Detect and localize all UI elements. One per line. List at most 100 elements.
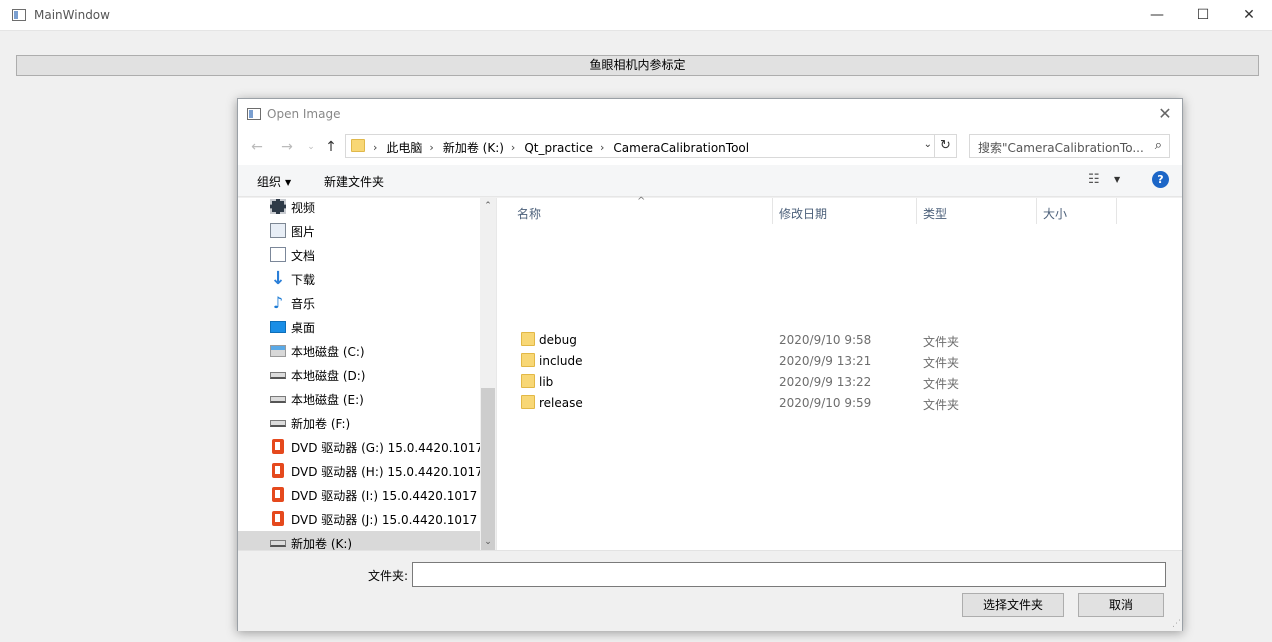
organize-menu-button[interactable]: 组织 ▼ bbox=[257, 173, 291, 190]
select-folder-button[interactable]: 选择文件夹 bbox=[962, 593, 1064, 617]
tree-item-dvd-i[interactable]: DVD 驱动器 (I:) 15.0.4420.1017 bbox=[238, 483, 480, 507]
breadcrumb-separator-icon[interactable]: › bbox=[511, 141, 515, 154]
folder-icon bbox=[521, 353, 535, 367]
table-row[interactable]: include 2020/9/9 13:21 文件夹 bbox=[497, 350, 1183, 371]
tree-item-drive-f[interactable]: 新加卷 (F:) bbox=[238, 411, 480, 435]
tree-item-drive-c[interactable]: 本地磁盘 (C:) bbox=[238, 339, 480, 363]
folder-name-input[interactable] bbox=[412, 562, 1166, 587]
image-icon bbox=[270, 223, 286, 238]
folder-icon bbox=[521, 332, 535, 346]
tree-item-label: 本地磁盘 (E:) bbox=[291, 393, 364, 407]
drive-icon bbox=[270, 420, 286, 427]
tree-item-desktop[interactable]: 桌面 bbox=[238, 315, 480, 339]
search-placeholder: 搜索"CameraCalibrationTo... bbox=[978, 141, 1144, 155]
dialog-titlebar: Open Image ✕ bbox=[238, 99, 1182, 129]
tree-item-dvd-h[interactable]: DVD 驱动器 (H:) 15.0.4420.1017 bbox=[238, 459, 480, 483]
tree-scrollbar[interactable]: ⌃ ⌄ bbox=[480, 198, 496, 604]
column-header-type[interactable]: 类型 bbox=[923, 201, 947, 225]
tree-item-dvd-j[interactable]: DVD 驱动器 (J:) 15.0.4420.1017 bbox=[238, 507, 480, 531]
minimize-button[interactable]: — bbox=[1134, 0, 1180, 31]
dialog-close-button[interactable]: ✕ bbox=[1150, 102, 1180, 126]
breadcrumb-separator-icon[interactable]: › bbox=[600, 141, 604, 154]
breadcrumb-qt-practice[interactable]: Qt_practice bbox=[524, 141, 593, 155]
file-type: 文件夹 bbox=[923, 377, 960, 391]
address-dropdown-chevron-icon[interactable]: ⌄ bbox=[924, 139, 932, 150]
organize-label: 组织 bbox=[257, 175, 282, 189]
maximize-button[interactable]: ☐ bbox=[1180, 0, 1226, 31]
view-caret-down-icon[interactable]: ▼ bbox=[1114, 175, 1120, 184]
column-header-modified[interactable]: 修改日期 bbox=[779, 201, 827, 225]
folder-field-label: 文件夹: bbox=[368, 569, 409, 583]
drive-icon bbox=[270, 372, 286, 379]
cancel-button[interactable]: 取消 bbox=[1078, 593, 1164, 617]
tree-item-label: 新加卷 (K:) bbox=[291, 537, 353, 550]
office-icon bbox=[272, 487, 284, 502]
tree-item-label: 图片 bbox=[291, 225, 316, 239]
back-arrow-icon[interactable]: ← bbox=[248, 138, 266, 156]
folder-icon bbox=[351, 139, 365, 152]
tree-item-label: 文档 bbox=[291, 249, 316, 263]
breadcrumb: › 此电脑 › 新加卷 (K:) › Qt_practice › CameraC… bbox=[370, 139, 753, 156]
column-divider[interactable] bbox=[916, 198, 917, 224]
tree-item-videos[interactable]: 视频 bbox=[238, 198, 480, 219]
dialog-window-icon bbox=[247, 108, 261, 120]
resize-grip-icon[interactable]: ⋰ bbox=[1172, 619, 1181, 629]
file-name: include bbox=[539, 354, 583, 368]
breadcrumb-separator-icon[interactable]: › bbox=[429, 141, 433, 154]
tree-item-drive-e[interactable]: 本地磁盘 (E:) bbox=[238, 387, 480, 411]
table-row[interactable]: lib 2020/9/9 13:22 文件夹 bbox=[497, 371, 1183, 392]
column-divider[interactable] bbox=[1036, 198, 1037, 224]
music-icon: ♪ bbox=[272, 293, 284, 312]
open-image-dialog: Open Image ✕ ← → ⌄ ↑ › 此电脑 › 新加卷 (K:) › … bbox=[237, 98, 1183, 631]
column-header-size[interactable]: 大小 bbox=[1043, 201, 1067, 225]
column-divider[interactable] bbox=[772, 198, 773, 224]
tree-item-label: 下载 bbox=[291, 273, 316, 287]
file-type: 文件夹 bbox=[923, 335, 960, 349]
file-name: release bbox=[539, 396, 583, 410]
tree-item-music[interactable]: ♪ 音乐 bbox=[238, 291, 480, 315]
tree-item-dvd-g[interactable]: DVD 驱动器 (G:) 15.0.4420.1017 bbox=[238, 435, 480, 459]
main-window-titlebar: MainWindow — ☐ ✕ bbox=[0, 0, 1272, 31]
forward-arrow-icon[interactable]: → bbox=[278, 138, 296, 156]
tree-item-label: 视频 bbox=[291, 201, 316, 215]
recent-locations-chevron-icon[interactable]: ⌄ bbox=[302, 138, 320, 156]
column-divider[interactable] bbox=[1116, 198, 1117, 224]
help-icon[interactable]: ? bbox=[1152, 171, 1169, 188]
breadcrumb-separator-icon[interactable]: › bbox=[373, 141, 377, 154]
breadcrumb-this-pc[interactable]: 此电脑 bbox=[386, 139, 422, 156]
scroll-down-icon[interactable]: ⌄ bbox=[480, 534, 496, 550]
scroll-up-icon[interactable]: ⌃ bbox=[480, 198, 496, 214]
fisheye-calibration-button[interactable]: 鱼眼相机内参标定 bbox=[16, 55, 1259, 76]
tree-item-label: 桌面 bbox=[291, 321, 316, 335]
table-row[interactable]: release 2020/9/10 9:59 文件夹 bbox=[497, 392, 1183, 413]
close-button[interactable]: ✕ bbox=[1226, 0, 1272, 31]
search-icon[interactable]: ⌕ bbox=[1155, 138, 1162, 153]
tree-item-drive-d[interactable]: 本地磁盘 (D:) bbox=[238, 363, 480, 387]
tree-item-pictures[interactable]: 图片 bbox=[238, 219, 480, 243]
tree-item-downloads[interactable]: ↓ 下载 bbox=[238, 267, 480, 291]
office-icon bbox=[272, 463, 284, 478]
tree-item-label: 音乐 bbox=[291, 297, 316, 311]
breadcrumb-camera-calibration-tool[interactable]: CameraCalibrationTool bbox=[613, 141, 749, 155]
up-arrow-icon[interactable]: ↑ bbox=[322, 138, 340, 156]
folder-icon bbox=[521, 374, 535, 388]
folder-icon bbox=[521, 395, 535, 409]
file-type: 文件夹 bbox=[923, 398, 960, 412]
dialog-title: Open Image bbox=[267, 107, 341, 121]
tree-item-label: DVD 驱动器 (H:) 15.0.4420.1017 bbox=[291, 465, 480, 479]
table-row[interactable]: debug 2020/9/10 9:58 文件夹 bbox=[497, 329, 1183, 350]
column-header-name[interactable]: 名称 bbox=[517, 201, 541, 225]
download-icon: ↓ bbox=[270, 268, 286, 289]
tree-item-documents[interactable]: 文档 bbox=[238, 243, 480, 267]
file-modified-date: 2020/9/9 13:21 bbox=[779, 354, 872, 368]
address-bar[interactable]: › 此电脑 › 新加卷 (K:) › Qt_practice › CameraC… bbox=[345, 134, 935, 158]
view-options-icon[interactable]: ☷ bbox=[1088, 172, 1100, 187]
file-modified-date: 2020/9/9 13:22 bbox=[779, 375, 872, 389]
navigation-bar: ← → ⌄ ↑ › 此电脑 › 新加卷 (K:) › Qt_practice ›… bbox=[238, 129, 1182, 165]
new-folder-button[interactable]: 新建文件夹 bbox=[324, 173, 384, 190]
search-input[interactable]: 搜索"CameraCalibrationTo... ⌕ bbox=[969, 134, 1170, 158]
refresh-icon[interactable]: ↻ bbox=[935, 134, 957, 158]
sort-ascending-icon: ^ bbox=[637, 196, 646, 207]
tree-item-drive-k[interactable]: 新加卷 (K:) bbox=[238, 531, 480, 550]
breadcrumb-drive-k[interactable]: 新加卷 (K:) bbox=[443, 139, 504, 156]
